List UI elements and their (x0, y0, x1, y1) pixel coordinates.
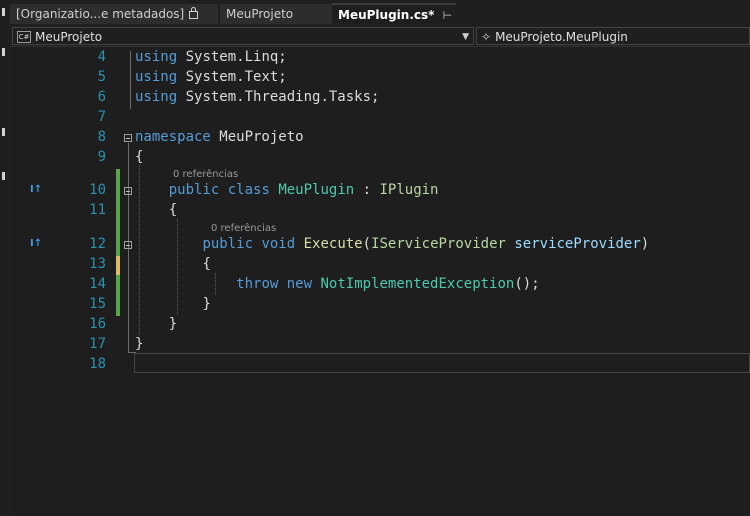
code-line-4: using System.Linq; (135, 49, 287, 65)
code-line-6: using System.Threading.Tasks; (135, 89, 379, 105)
line-number: 18 (89, 356, 106, 372)
brace: } (202, 296, 211, 312)
keyword: new (286, 276, 313, 292)
code-line-10: public class MeuPlugin : IPlugin (135, 182, 439, 198)
code-line-15: } (135, 296, 211, 312)
codelens-references[interactable]: 0 referências (173, 169, 238, 180)
navigation-bar: C# MeuProjeto ▼ ✧ MeuProjeto.MeuPlugin (10, 26, 750, 47)
code-text: System.Threading.Tasks; (177, 89, 380, 105)
tool-strip-marker (2, 48, 5, 56)
code-text: System.Linq; (177, 49, 287, 65)
document-tab-bar: [Organizatio...e metadados] MeuProjeto M… (10, 0, 750, 28)
tab-label: MeuPlugin.cs* (338, 8, 435, 22)
line-number: 13 (89, 256, 106, 272)
code-line-5: using System.Text; (135, 69, 287, 85)
pin-icon[interactable]: ⊢ (443, 6, 453, 26)
code-line-13: { (135, 256, 211, 272)
brace: { (202, 256, 211, 272)
code-line-9: { (135, 149, 144, 165)
tab-meuprojeto[interactable]: MeuProjeto (220, 4, 332, 24)
code-text: ( (362, 236, 372, 252)
line-number: 9 (97, 149, 106, 165)
line-number: 11 (89, 202, 106, 218)
code-line-11: { (135, 202, 177, 218)
keyword: public (168, 182, 220, 198)
implements-interface-icon[interactable]: I↑ (30, 184, 42, 195)
interface-name: IPlugin (379, 182, 439, 198)
keyword: namespace (135, 129, 211, 145)
code-line-16: } (135, 316, 177, 332)
code-editor[interactable]: I↑ I↑ 4 5 6 7 8 9 10 11 12 13 14 15 16 1… (10, 47, 750, 516)
csharp-project-icon: C# (17, 30, 31, 43)
brace: { (168, 202, 178, 218)
code-text: (); (514, 276, 540, 292)
code-text: ) (640, 236, 650, 252)
change-tracking-bar (116, 169, 120, 316)
class-name: MeuPlugin (278, 182, 355, 198)
tool-strip-marker (2, 128, 5, 136)
lock-icon (189, 7, 199, 19)
line-number: 10 (89, 182, 106, 198)
line-number: 6 (97, 89, 106, 105)
brace: } (168, 316, 178, 332)
project-dropdown[interactable]: C# MeuProjeto ▼ (12, 27, 474, 45)
parameter-type: IServiceProvider (371, 236, 506, 252)
project-dropdown-label: MeuProjeto (35, 30, 103, 44)
line-number: 15 (89, 296, 106, 312)
method-name: Execute (303, 236, 363, 252)
collapse-method-toggle[interactable] (124, 241, 132, 249)
code-line-17: } (135, 336, 144, 352)
using-block-outline (130, 51, 131, 109)
tool-strip-marker (2, 172, 5, 180)
collapse-namespace-toggle[interactable] (124, 134, 132, 142)
line-number: 7 (97, 109, 106, 125)
implements-interface-icon[interactable]: I↑ (30, 238, 42, 249)
line-number: 4 (97, 49, 106, 65)
line-number: 8 (97, 129, 106, 145)
code-line-12: public void Execute(IServiceProvider ser… (135, 236, 649, 252)
line-number: 14 (89, 276, 106, 292)
line-number: 17 (89, 336, 106, 352)
indicator-margin (10, 47, 28, 516)
keyword: void (261, 236, 296, 252)
keyword: class (227, 182, 270, 198)
member-dropdown[interactable]: ✧ MeuProjeto.MeuPlugin (476, 27, 750, 45)
class-icon: ✧ (481, 30, 492, 44)
parameter-name: serviceProvider (514, 236, 641, 252)
exception-type: NotImplementedException (320, 276, 515, 292)
tab-meuplugin-cs[interactable]: MeuPlugin.cs* ⊢ ✕ (332, 3, 456, 26)
namespace-name: MeuProjeto (210, 129, 304, 145)
code-line-8: namespace MeuProjeto (135, 129, 304, 145)
line-number: 16 (89, 316, 106, 332)
keyword: using (135, 49, 178, 65)
chevron-down-icon: ▼ (462, 32, 469, 42)
code-text: : (354, 182, 380, 198)
member-dropdown-label: MeuProjeto.MeuPlugin (495, 30, 628, 44)
code-text: System.Text; (177, 69, 287, 85)
line-number: 12 (89, 236, 106, 252)
keyword: using (135, 69, 178, 85)
keyword: throw (236, 276, 279, 292)
codelens-references[interactable]: 0 referências (211, 223, 276, 234)
tab-organization-metadata[interactable]: [Organizatio...e metadados] (10, 4, 218, 24)
tool-strip-marker (2, 8, 5, 16)
collapse-class-toggle[interactable] (124, 187, 132, 195)
code-line-14: throw new NotImplementedException(); (135, 276, 540, 292)
keyword: public (202, 236, 254, 252)
tab-label: [Organizatio...e metadados] (16, 7, 185, 21)
tab-label: MeuProjeto (226, 7, 294, 21)
line-number: 5 (97, 69, 106, 85)
keyword: using (135, 89, 178, 105)
current-line-highlight (134, 353, 750, 373)
unsaved-change-marker (116, 256, 120, 275)
